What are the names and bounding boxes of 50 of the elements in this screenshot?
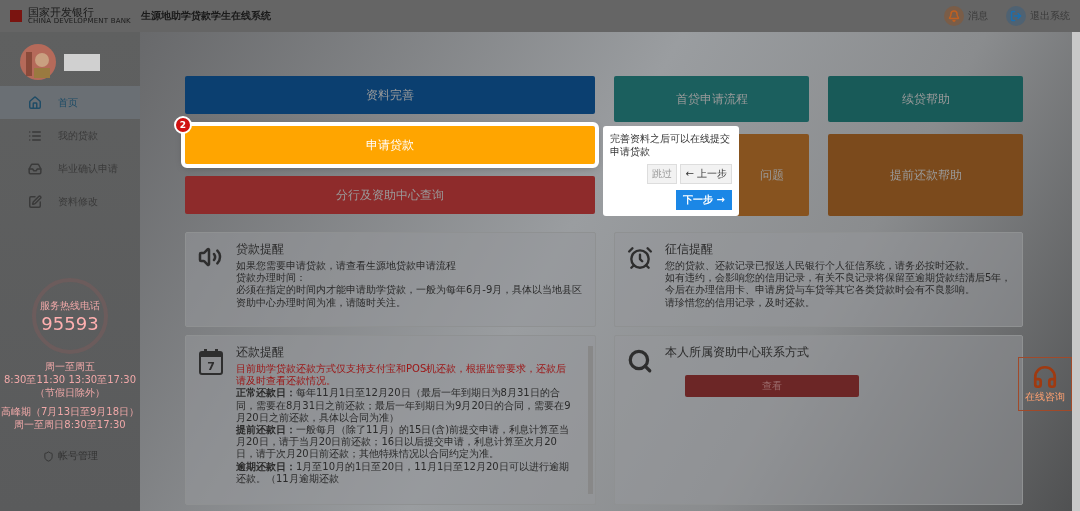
- previous-button[interactable]: ← 上一步: [680, 164, 732, 184]
- peak-hours: 周一至周日8:30至17:30: [14, 418, 126, 431]
- step-badge: 2: [174, 116, 192, 134]
- bank-name: 国家开发银行: [28, 7, 94, 18]
- help-tile[interactable]: 首贷申请流程: [614, 76, 809, 122]
- card-text: 必须在指定的时间内才能申请助学贷款，一般为每年6月-9月，具体以当地县区资助中心办理时间为准，请随时关注。: [236, 284, 584, 309]
- system-title: 生源地助学贷款学生在线系统: [140, 9, 271, 23]
- search-icon: [627, 348, 653, 374]
- edit-icon: [28, 194, 42, 209]
- help-tile[interactable]: 续贷帮助: [828, 76, 1023, 122]
- card-text: 正常还款日：每年11月1日至12月20日（最后一年到期日为8月31日的合同，需要在8月31日之前还款；最后一年到期日为9月20日的合同，需要在9月20日之前还款，具体以合同为准）: [236, 387, 572, 424]
- home-icon: [28, 95, 42, 110]
- inbox-icon: [28, 161, 42, 176]
- speaker-icon: [198, 245, 222, 269]
- bell-icon[interactable]: [944, 6, 964, 26]
- card-text: 如有违约，会影响您的信用记录，有关不良记录将保留至逾期贷款结清后5年，今后在办理信用卡、申请房贷与车贷等其它各类贷款时会有不良影响。: [665, 272, 1012, 297]
- card-title: 本人所属资助中心联系方式: [665, 344, 810, 361]
- action-tile[interactable]: 资料完善: [185, 76, 595, 114]
- hotline-caption: 服务热线电话: [40, 298, 100, 313]
- bank-logo: [10, 10, 22, 22]
- logout-icon[interactable]: [1006, 6, 1026, 26]
- card-title: 贷款提醒: [236, 241, 285, 258]
- redacted-name: [64, 53, 100, 71]
- view-button[interactable]: 查看: [685, 375, 859, 397]
- card-text: 贷款办理时间：: [236, 272, 307, 284]
- service-hours: 周一至周五: [45, 360, 95, 373]
- card-text: 请珍惜您的信用记录，及时还款。: [665, 296, 816, 309]
- next-button[interactable]: 下一步 →: [676, 190, 732, 210]
- help-tile[interactable]: 提前还款帮助: [828, 134, 1023, 216]
- list-icon: [28, 128, 42, 143]
- card-title: 还款提醒: [236, 344, 285, 361]
- online-consult-button[interactable]: 在线咨询: [1018, 357, 1072, 411]
- card-text: 您的贷款、还款记录已报送人民银行个人征信系统，请务必按时还款。: [665, 260, 976, 272]
- action-tile[interactable]: 分行及资助中心查询: [185, 176, 595, 214]
- service-hours: 8:30至11:30 13:30至17:30: [3, 373, 137, 386]
- repayment-notice: 目前助学贷款还款方式仅支持支付宝和POS机还款，根据监管要求，还款后请及时查看还款情况。: [236, 363, 568, 387]
- service-hours: （节假日除外）: [35, 386, 105, 399]
- card-title: 征信提醒: [665, 241, 714, 258]
- card-text: 如果您需要申请贷款，请查看生源地贷款申请流程: [236, 260, 457, 272]
- shield-icon: [42, 450, 54, 462]
- card-text: 逾期还款日：1月至10月的1日至20日，11月1日至12月20日可以进行逾期还款。（11月逾期还款: [236, 460, 570, 485]
- tour-text: 完善资料之后可以在线提交申请贷款: [610, 132, 731, 158]
- hotline-number: 95593: [41, 312, 99, 334]
- avatar: [20, 44, 56, 80]
- calendar-icon: 7: [198, 348, 224, 376]
- skip-button[interactable]: 跳过: [647, 164, 678, 184]
- sidebar-item[interactable]: 首页: [0, 86, 140, 119]
- peak-hours: 高峰期（7月13日至9月18日）: [0, 405, 140, 418]
- headphones-icon: [1032, 364, 1058, 390]
- alarm-clock-icon: [627, 245, 653, 271]
